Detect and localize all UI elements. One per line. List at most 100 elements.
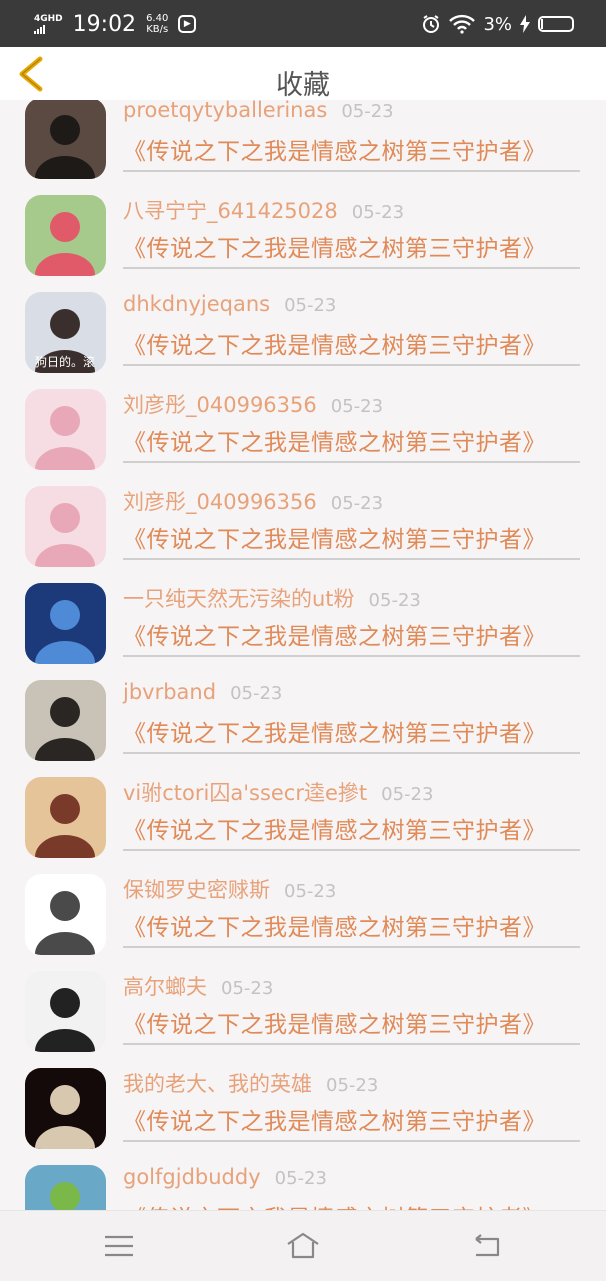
- avatar[interactable]: [25, 389, 106, 470]
- user-name: jbvrband: [123, 680, 217, 704]
- user-line: 八寻宁宁_641425028 05-23: [123, 195, 404, 225]
- book-title-link[interactable]: 《传说之下之我是情感之树第三守护者》: [123, 229, 546, 263]
- list-item[interactable]: 一只纯天然无污染的ut粉 05-23 《传说之下之我是情感之树第三守护者》: [0, 571, 606, 668]
- user-line: dhkdnyjeqans 05-23: [123, 292, 336, 322]
- book-title-link[interactable]: 《传说之下之我是情感之树第三守护者》: [123, 132, 546, 166]
- avatar[interactable]: [25, 1068, 106, 1149]
- user-name: 高尔螂夫: [123, 975, 207, 999]
- battery-percent: 3%: [483, 13, 512, 35]
- avatar[interactable]: [25, 874, 106, 955]
- list-item[interactable]: jbvrband 05-23 《传说之下之我是情感之树第三守护者》: [0, 668, 606, 765]
- favorite-date: 05-23: [368, 590, 421, 611]
- favorite-date: 05-23: [381, 784, 434, 805]
- book-title-link[interactable]: 《传说之下之我是情感之树第三守护者》: [123, 908, 546, 942]
- back-icon[interactable]: [470, 1229, 504, 1263]
- book-title-link[interactable]: 《传说之下之我是情感之树第三守护者》: [123, 423, 546, 457]
- avatar-image: 狗日的。滚: [25, 292, 106, 373]
- divider: [123, 364, 580, 366]
- favorite-date: 05-23: [284, 295, 337, 316]
- user-line: jbvrband 05-23: [123, 680, 282, 710]
- avatar-image: [25, 389, 106, 470]
- favorite-date: 05-23: [351, 202, 405, 223]
- avatar[interactable]: [25, 1165, 106, 1210]
- avatar-image: [25, 1068, 106, 1149]
- favorite-date: 05-23: [230, 683, 283, 704]
- divider: [123, 946, 580, 948]
- favorite-date: 05-23: [330, 493, 384, 514]
- book-title-link[interactable]: 《传说之下之我是情感之树第三守护者》: [123, 326, 546, 360]
- home-icon[interactable]: [286, 1229, 320, 1263]
- book-title-link[interactable]: 《传说之下之我是情感之树第三守护者》: [123, 617, 546, 651]
- divider: [123, 558, 580, 560]
- clock: 19:02: [72, 11, 137, 37]
- avatar-image: [25, 874, 106, 955]
- system-nav-bar: [0, 1210, 606, 1281]
- list-item[interactable]: 我的老大、我的英雄 05-23 《传说之下之我是情感之树第三守护者》: [0, 1056, 606, 1153]
- list-item[interactable]: proetqytyballerinas 05-23 《传说之下之我是情感之树第三守…: [0, 100, 606, 183]
- book-title-link[interactable]: 《传说之下之我是情感之树第三守护者》: [123, 1005, 546, 1039]
- speed-unit: KB/s: [146, 24, 169, 35]
- list-item[interactable]: 高尔螂夫 05-23 《传说之下之我是情感之树第三守护者》: [0, 959, 606, 1056]
- title-bar: 收藏: [0, 47, 606, 101]
- favorite-date: 05-23: [330, 396, 384, 417]
- avatar[interactable]: [25, 583, 106, 664]
- list-item[interactable]: 狗日的。滚 dhkdnyjeqans 05-23 《传说之下之我是情感之树第三守护…: [0, 280, 606, 377]
- user-name: 保铷罗史密赇斯: [123, 878, 270, 902]
- user-name: 刘彦彤_040996356: [123, 490, 317, 514]
- user-line: 我的老大、我的英雄 05-23: [123, 1068, 378, 1098]
- user-name: vi驸ctori囚a'ssecr逵e摻t: [123, 781, 368, 805]
- favorite-date: 05-23: [221, 978, 274, 999]
- avatar[interactable]: [25, 195, 106, 276]
- favorites-list[interactable]: proetqytyballerinas 05-23 《传说之下之我是情感之树第三守…: [0, 100, 606, 1210]
- user-line: 刘彦彤_040996356 05-23: [123, 486, 383, 516]
- avatar-image: [25, 971, 106, 1052]
- avatar[interactable]: 狗日的。滚: [25, 292, 106, 373]
- divider: [123, 267, 580, 269]
- user-line: vi驸ctori囚a'ssecr逵e摻t 05-23: [123, 777, 433, 807]
- avatar[interactable]: [25, 486, 106, 567]
- book-title-link[interactable]: 《传说之下之我是情感之树第三守护者》: [123, 520, 546, 554]
- speed-value: 6.40: [146, 13, 169, 24]
- user-name: 刘彦彤_040996356: [123, 393, 317, 417]
- media-notification-icon: ▶: [178, 15, 197, 33]
- user-name: 八寻宁宁_641425028: [123, 199, 338, 223]
- avatar[interactable]: [25, 100, 106, 179]
- divider: [123, 170, 580, 172]
- avatar-image: [25, 777, 106, 858]
- avatar-image: [25, 486, 106, 567]
- list-item[interactable]: 保铷罗史密赇斯 05-23 《传说之下之我是情感之树第三守护者》: [0, 862, 606, 959]
- book-title-link[interactable]: 《传说之下之我是情感之树第三守护者》: [123, 714, 546, 748]
- status-bar: 4GHD 19:02 6.40 KB/s ▶ 3%: [0, 0, 606, 47]
- network-indicator: 4GHD: [34, 14, 63, 34]
- avatar[interactable]: [25, 971, 106, 1052]
- list-item[interactable]: 刘彦彤_040996356 05-23 《传说之下之我是情感之树第三守护者》: [0, 474, 606, 571]
- book-title-link[interactable]: 《传说之下之我是情感之树第三守护者》: [123, 1199, 546, 1210]
- avatar-image: [25, 583, 106, 664]
- user-line: 一只纯天然无污染的ut粉 05-23: [123, 583, 421, 613]
- network-speed: 6.40 KB/s: [146, 13, 168, 35]
- list-item[interactable]: 刘彦彤_040996356 05-23 《传说之下之我是情感之树第三守护者》: [0, 377, 606, 474]
- wifi-icon: [449, 14, 476, 34]
- user-name: proetqytyballerinas: [123, 100, 328, 122]
- user-name: golfgjdbuddy: [123, 1165, 261, 1189]
- list-item[interactable]: vi驸ctori囚a'ssecr逵e摻t 05-23 《传说之下之我是情感之树第三…: [0, 765, 606, 862]
- user-name: dhkdnyjeqans: [123, 292, 271, 316]
- list-item[interactable]: golfgjdbuddy 05-23 《传说之下之我是情感之树第三守护者》: [0, 1153, 606, 1210]
- user-line: proetqytyballerinas 05-23: [123, 100, 394, 128]
- avatar[interactable]: [25, 680, 106, 761]
- book-title-link[interactable]: 《传说之下之我是情感之树第三守护者》: [123, 1102, 546, 1136]
- book-title-link[interactable]: 《传说之下之我是情感之树第三守护者》: [123, 811, 546, 845]
- divider: [123, 655, 580, 657]
- divider: [123, 849, 580, 851]
- user-line: 刘彦彤_040996356 05-23: [123, 389, 383, 419]
- list-item[interactable]: 八寻宁宁_641425028 05-23 《传说之下之我是情感之树第三守护者》: [0, 183, 606, 280]
- avatar-image: [25, 195, 106, 276]
- avatar[interactable]: [25, 777, 106, 858]
- menu-icon[interactable]: [102, 1229, 136, 1263]
- favorite-date: 05-23: [326, 1075, 379, 1096]
- divider: [123, 461, 580, 463]
- svg-text:狗日的。滚: 狗日的。滚: [35, 354, 95, 369]
- user-name: 我的老大、我的英雄: [123, 1072, 312, 1096]
- battery-icon: [538, 16, 574, 32]
- charging-icon: [520, 15, 530, 33]
